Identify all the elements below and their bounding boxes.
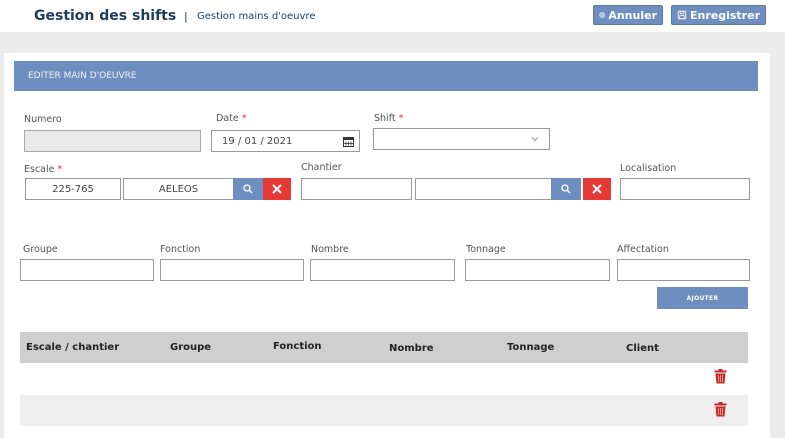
save-button[interactable]: Enregistrer xyxy=(671,5,766,25)
column-header: Escale / chantier xyxy=(26,342,120,353)
column-header: Nombre xyxy=(389,343,434,354)
required-marker: * xyxy=(57,164,63,175)
chantier-clear-button[interactable] xyxy=(583,178,611,200)
chevron-down-icon xyxy=(531,137,539,142)
numero-label: Numero xyxy=(24,114,62,125)
escale-label: Escale * xyxy=(24,164,62,175)
date-field[interactable]: 19 / 01 / 2021 xyxy=(211,130,360,152)
column-header: Tonnage xyxy=(507,342,555,353)
top-bar: Gestion des shifts | Gestion mains d'oeu… xyxy=(0,0,785,32)
chantier-search-button[interactable] xyxy=(551,178,581,200)
fonction-label: Fonction xyxy=(160,244,201,255)
shift-select[interactable] xyxy=(373,128,550,150)
app-title: Gestion des shifts xyxy=(34,8,177,24)
cancel-icon xyxy=(599,12,606,18)
shift-label-text: Shift xyxy=(374,113,396,124)
table-row xyxy=(20,395,748,426)
close-icon xyxy=(592,184,602,194)
escale-search-button[interactable] xyxy=(233,178,263,200)
shift-label: Shift * xyxy=(374,113,403,124)
date-label-text: Date xyxy=(216,113,239,124)
required-marker: * xyxy=(398,113,404,124)
affectation-label: Affectation xyxy=(617,244,669,255)
date-label: Date * xyxy=(216,113,247,124)
trash-icon[interactable] xyxy=(714,402,727,417)
title-separator: | xyxy=(184,10,188,23)
localisation-label: Localisation xyxy=(620,163,677,174)
chantier-code-field[interactable] xyxy=(301,178,412,200)
chantier-label: Chantier xyxy=(301,162,342,173)
nombre-field[interactable] xyxy=(310,259,455,281)
date-value: 19 / 01 / 2021 xyxy=(222,135,293,147)
fonction-field[interactable] xyxy=(160,259,304,281)
groupe-field[interactable] xyxy=(20,259,154,281)
section-header: EDITER MAIN D'OEUVRE xyxy=(14,61,758,91)
form-card: EDITER MAIN D'OEUVRE Numero Date * 19 / … xyxy=(4,53,770,438)
cancel-button[interactable]: Annuler xyxy=(593,5,663,25)
search-icon xyxy=(561,184,571,194)
escale-label-text: Escale xyxy=(24,164,55,175)
close-icon xyxy=(272,184,282,194)
table-row xyxy=(20,363,748,394)
tonnage-field[interactable] xyxy=(465,259,610,281)
page-subtitle: Gestion mains d'oeuvre xyxy=(197,11,316,22)
escale-name-field[interactable]: AELEOS xyxy=(123,178,234,200)
save-button-label: Enregistrer xyxy=(690,8,760,22)
escale-clear-button[interactable] xyxy=(263,178,291,200)
groupe-label: Groupe xyxy=(23,244,58,255)
calendar-icon[interactable] xyxy=(343,136,354,147)
column-header: Client xyxy=(626,343,659,354)
chantier-name-field[interactable] xyxy=(415,178,552,200)
numero-field[interactable] xyxy=(24,130,201,152)
save-icon xyxy=(677,10,687,20)
table-header: Escale / chantier Groupe Fonction Nombre… xyxy=(20,332,748,363)
trash-icon[interactable] xyxy=(714,369,727,384)
search-icon xyxy=(243,184,253,194)
column-header: Fonction xyxy=(273,341,322,352)
localisation-field[interactable] xyxy=(620,178,750,200)
nombre-label: Nombre xyxy=(311,244,349,255)
affectation-field[interactable] xyxy=(617,259,750,281)
column-header: Groupe xyxy=(170,342,212,353)
tonnage-label: Tonnage xyxy=(466,244,506,255)
required-marker: * xyxy=(241,113,247,124)
escale-code-field[interactable]: 225-765 xyxy=(25,178,121,200)
cancel-button-label: Annuler xyxy=(608,8,657,22)
add-button[interactable]: AJOUTER xyxy=(657,287,748,309)
